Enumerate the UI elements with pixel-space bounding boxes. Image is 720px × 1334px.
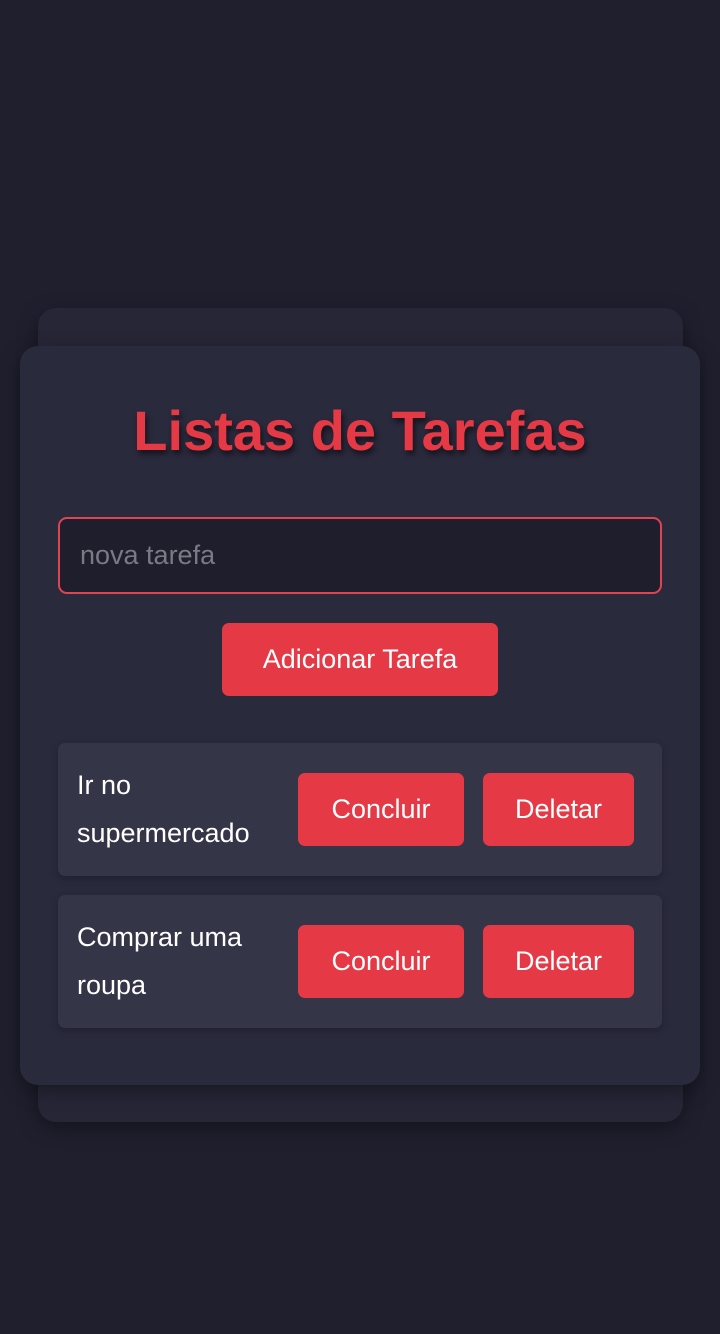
page-title: Listas de Tarefas (133, 399, 587, 462)
complete-task-button[interactable]: Concluir (298, 773, 464, 846)
new-task-input[interactable] (58, 517, 662, 594)
delete-task-button[interactable]: Deletar (483, 773, 634, 846)
complete-task-button[interactable]: Concluir (298, 925, 464, 998)
task-text: Comprar uma roupa (77, 922, 243, 1000)
task-text: Ir no supermercado (77, 770, 250, 848)
delete-task-button[interactable]: Deletar (483, 925, 634, 998)
add-task-button[interactable]: Adicionar Tarefa (222, 623, 498, 696)
task-item: Ir no supermercado Concluir Deletar (58, 743, 662, 876)
task-item: Comprar uma roupa Concluir Deletar (58, 895, 662, 1028)
